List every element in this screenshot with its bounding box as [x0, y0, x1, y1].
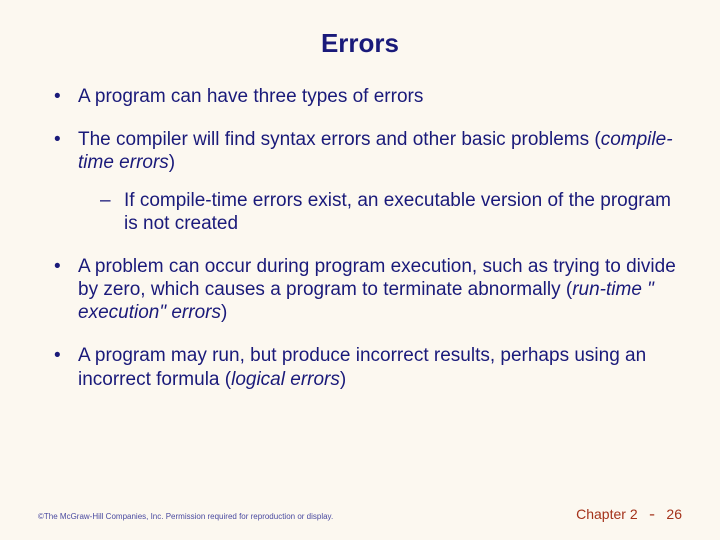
slide: Errors A program can have three types of… [0, 0, 720, 540]
emphasis-text: logical errors [231, 369, 340, 390]
bullet-text: ) [221, 302, 227, 323]
page-num: 26 [666, 506, 682, 522]
copyright-text: ©The McGraw-Hill Companies, Inc. Permiss… [38, 512, 333, 521]
bullet-item: A program can have three types of errors [44, 85, 682, 108]
page-number: Chapter 2 - 26 [576, 506, 682, 524]
sub-bullet-list: If compile-time errors exist, an executa… [96, 189, 682, 235]
page-dash: - [638, 506, 667, 524]
sub-bullet-item: If compile-time errors exist, an executa… [96, 189, 682, 235]
bullet-text: The compiler will find syntax errors and… [78, 129, 601, 150]
bullet-text: A program can have three types of errors [78, 86, 423, 107]
bullet-text: ) [169, 152, 175, 173]
bullet-item: The compiler will find syntax errors and… [44, 128, 682, 235]
slide-footer: ©The McGraw-Hill Companies, Inc. Permiss… [38, 506, 682, 524]
page-chapter: Chapter 2 [576, 506, 637, 522]
bullet-item: A program may run, but produce incorrect… [44, 344, 682, 390]
slide-title: Errors [38, 28, 682, 59]
bullet-text: ) [340, 369, 346, 390]
bullet-item: A problem can occur during program execu… [44, 255, 682, 325]
bullet-list: A program can have three types of errors… [44, 85, 682, 391]
sub-bullet-text: If compile-time errors exist, an executa… [124, 190, 671, 234]
bullet-text: A program may run, but produce incorrect… [78, 345, 646, 389]
